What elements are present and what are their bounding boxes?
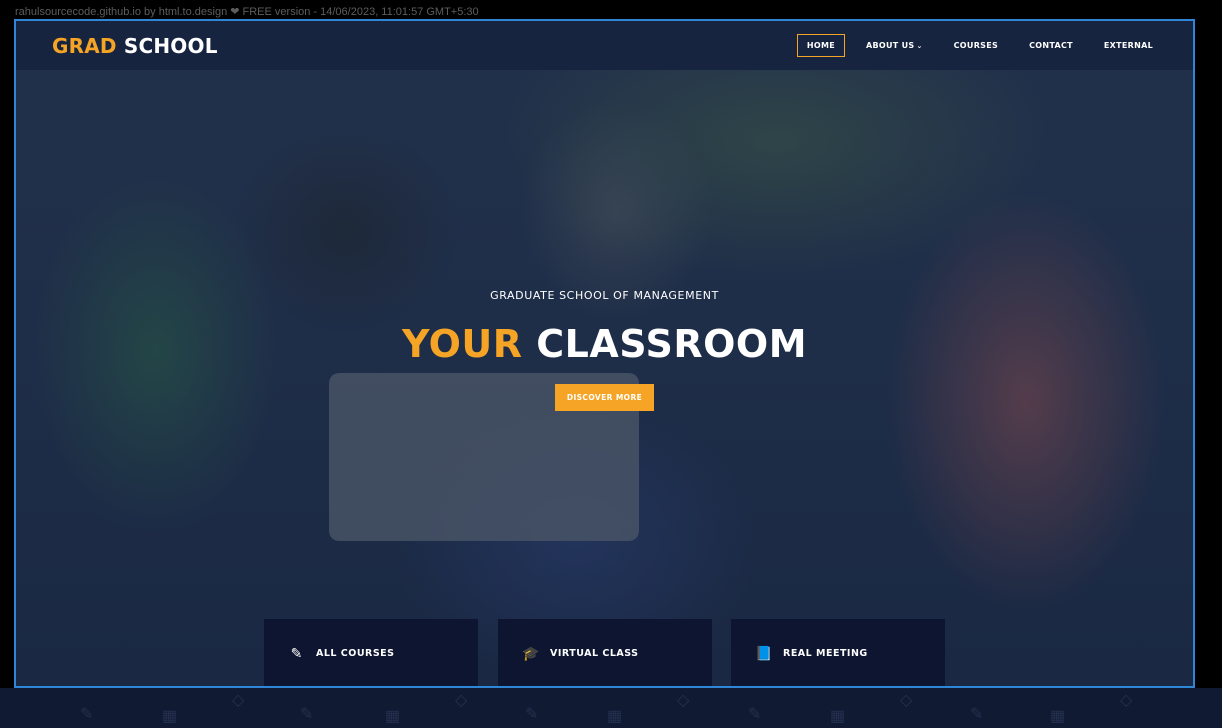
calculator-icon: ▦ [162,708,178,725]
pencil-icon: ✎ [748,706,762,723]
hero-subtitle: GRADUATE SCHOOL OF MANAGEMENT [490,289,719,302]
pencil-icon: ✎ [300,706,314,723]
logo-text: SCHOOL [123,34,218,58]
box-icon: ◇ [677,692,690,709]
nav-item-courses[interactable]: COURSES [944,34,1008,57]
nav-label: CONTACT [1029,41,1073,50]
hero-title-rest: CLASSROOM [536,322,808,366]
nav-label: COURSES [953,41,999,50]
nav-label: EXTERNAL [1103,41,1153,50]
box-icon: ◇ [455,692,468,709]
feature-strip: ✎ ALL COURSES 🎓 VIRTUAL CLASS 📘 REAL MEE… [16,619,1193,686]
page-frame: GRAD SCHOOL HOME ABOUT US ⌄ COURSES CONT… [14,19,1195,688]
nav-item-contact[interactable]: CONTACT [1019,34,1083,57]
pencil-icon: ✎ [80,706,94,723]
graduation-cap-icon: 🎓 [522,645,540,661]
box-icon: ◇ [1120,692,1133,709]
nav-label: HOME [806,41,835,50]
calculator-icon: ▦ [1050,708,1066,725]
next-section-pattern: ✎ ▦ ◇ ✎ ▦ ◇ ✎ ▦ ◇ ✎ ▦ ◇ ✎ ▦ ◇ [0,688,1222,728]
chevron-down-icon: ⌄ [916,41,923,50]
pencil-icon: ✎ [970,706,984,723]
nav-menu: HOME ABOUT US ⌄ COURSES CONTACT EXTERNAL [786,34,1163,57]
calculator-icon: ▦ [830,708,846,725]
hero-title-accent: YOUR [401,322,523,366]
feature-real-meeting[interactable]: 📘 REAL MEETING [731,619,945,686]
nav-item-home[interactable]: HOME [796,34,845,57]
calculator-icon: ▦ [607,708,623,725]
nav-label: ABOUT US [865,41,915,50]
pencil-icon: ✎ [290,645,303,661]
hero-title: YOUR CLASSROOM [16,322,1193,366]
box-icon: ◇ [232,692,245,709]
navbar: GRAD SCHOOL HOME ABOUT US ⌄ COURSES CONT… [16,21,1193,70]
book-icon: 📘 [755,645,773,661]
nav-item-about-us[interactable]: ABOUT US ⌄ [856,34,933,57]
pencil-icon: ✎ [525,706,539,723]
feature-virtual-class[interactable]: 🎓 VIRTUAL CLASS [498,619,712,686]
feature-label: REAL MEETING [783,648,868,659]
site-logo[interactable]: GRAD SCHOOL [52,34,218,58]
discover-more-button[interactable]: DISCOVER MORE [554,384,655,411]
nav-item-external[interactable]: EXTERNAL [1094,34,1163,57]
feature-label: ALL COURSES [316,648,395,659]
hero-content: GRADUATE SCHOOL OF MANAGEMENT YOUR CLASS… [16,289,1193,411]
box-icon: ◇ [900,692,913,709]
feature-all-courses[interactable]: ✎ ALL COURSES [264,619,478,686]
feature-label: VIRTUAL CLASS [550,648,639,659]
calculator-icon: ▦ [385,708,401,725]
capture-caption: rahulsourcecode.github.io by html.to.des… [15,6,479,18]
logo-accent-text: GRAD [52,34,117,58]
